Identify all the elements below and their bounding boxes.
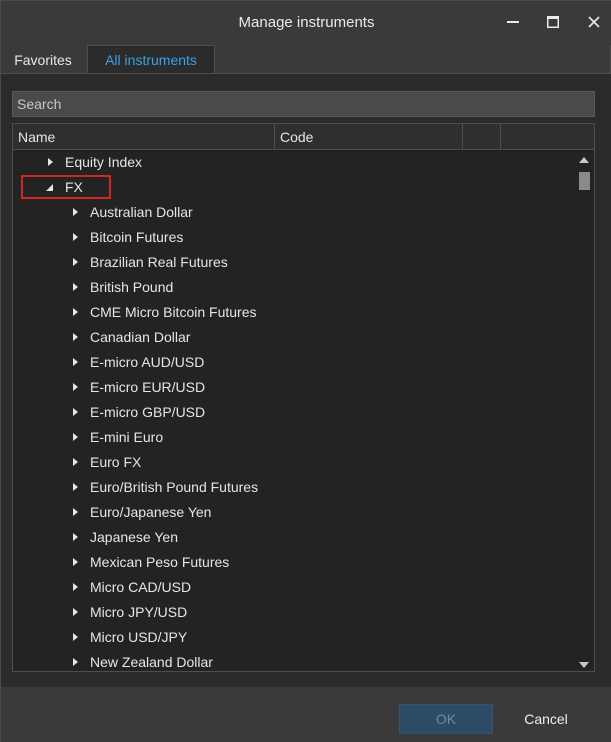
- tree-row-label: Bitcoin Futures: [90, 229, 184, 245]
- tree-row-label: FX: [65, 179, 83, 195]
- tree-row[interactable]: New Zealand Dollar: [13, 650, 575, 671]
- tree-row-label: E-mini Euro: [90, 429, 164, 445]
- tree-row[interactable]: Mexican Peso Futures: [13, 550, 575, 575]
- tab-favorites[interactable]: Favorites: [1, 45, 85, 74]
- title-bar: Manage instruments: [1, 1, 611, 45]
- scroll-thumb[interactable]: [579, 172, 590, 190]
- expand-arrow-icon[interactable]: [73, 633, 78, 641]
- collapse-arrow-icon[interactable]: [46, 184, 53, 191]
- search-input[interactable]: [12, 91, 595, 117]
- expand-arrow-icon[interactable]: [73, 358, 78, 366]
- grid-header: Name Code: [13, 124, 594, 150]
- tree-row-label: Mexican Peso Futures: [90, 554, 230, 570]
- scroll-down-icon[interactable]: [579, 662, 589, 668]
- tree-row[interactable]: Brazilian Real Futures: [13, 250, 575, 275]
- tree-row[interactable]: E-micro GBP/USD: [13, 400, 575, 425]
- expand-arrow-icon[interactable]: [73, 283, 78, 291]
- expand-arrow-icon[interactable]: [48, 158, 53, 166]
- tree-row[interactable]: Japanese Yen: [13, 525, 575, 550]
- expand-arrow-icon[interactable]: [73, 608, 78, 616]
- tree-row[interactable]: Euro/British Pound Futures: [13, 475, 575, 500]
- tree-row-label: E-micro AUD/USD: [90, 354, 205, 370]
- maximize-icon: [547, 16, 559, 28]
- tree-row-label: New Zealand Dollar: [90, 654, 213, 670]
- close-icon: [588, 16, 600, 28]
- expand-arrow-icon[interactable]: [73, 233, 78, 241]
- tree-row[interactable]: Micro USD/JPY: [13, 625, 575, 650]
- column-header-3[interactable]: [463, 124, 501, 149]
- expand-arrow-icon[interactable]: [73, 408, 78, 416]
- tree-row-label: Canadian Dollar: [90, 329, 191, 345]
- column-header-code[interactable]: Code: [275, 124, 463, 149]
- dialog-footer: OK Cancel: [1, 687, 611, 742]
- tree-row-label: CME Micro Bitcoin Futures: [90, 304, 257, 320]
- tree-row[interactable]: Euro/Japanese Yen: [13, 500, 575, 525]
- expand-arrow-icon[interactable]: [73, 383, 78, 391]
- tree-row-label: E-micro GBP/USD: [90, 404, 206, 420]
- tree-row-label: Euro/British Pound Futures: [90, 479, 259, 495]
- tree-row-label: Micro JPY/USD: [90, 604, 188, 620]
- tree-row-label: Japanese Yen: [90, 529, 178, 545]
- tree-row[interactable]: British Pound: [13, 275, 575, 300]
- tree-row[interactable]: Bitcoin Futures: [13, 225, 575, 250]
- tree-row-label: Micro USD/JPY: [90, 629, 188, 645]
- expand-arrow-icon[interactable]: [73, 458, 78, 466]
- tree-row[interactable]: Micro CAD/USD: [13, 575, 575, 600]
- expand-arrow-icon[interactable]: [73, 433, 78, 441]
- expand-arrow-icon[interactable]: [73, 483, 78, 491]
- tree-row[interactable]: Equity Index: [13, 150, 575, 175]
- tree-row-label: Euro FX: [90, 454, 142, 470]
- manage-instruments-dialog: Manage instruments Favorites All instrum…: [0, 0, 611, 742]
- tree-row-label: Micro CAD/USD: [90, 579, 192, 595]
- expand-arrow-icon[interactable]: [73, 583, 78, 591]
- tree-row[interactable]: E-micro EUR/USD: [13, 375, 575, 400]
- expand-arrow-icon[interactable]: [73, 258, 78, 266]
- tree-row[interactable]: E-micro AUD/USD: [13, 350, 575, 375]
- tree-row-label: Australian Dollar: [90, 204, 193, 220]
- scroll-up-icon[interactable]: [579, 157, 589, 163]
- tree-row[interactable]: FX: [13, 175, 575, 200]
- column-header-4[interactable]: [501, 124, 594, 149]
- tab-content: Name Code Equity Index FX Australian Dolla…: [1, 73, 611, 687]
- expand-arrow-icon[interactable]: [73, 533, 78, 541]
- close-button[interactable]: [579, 7, 609, 37]
- minimize-button[interactable]: [498, 7, 528, 37]
- tree-row[interactable]: E-mini Euro: [13, 425, 575, 450]
- expand-arrow-icon[interactable]: [73, 658, 78, 666]
- tree-row-label: Equity Index: [65, 154, 143, 170]
- tab-bar: Favorites All instruments: [1, 45, 611, 74]
- expand-arrow-icon[interactable]: [73, 333, 78, 341]
- tab-all-instruments[interactable]: All instruments: [87, 45, 215, 74]
- tree-row-label: E-micro EUR/USD: [90, 379, 206, 395]
- maximize-button[interactable]: [538, 7, 568, 37]
- tree-row-label: Brazilian Real Futures: [90, 254, 228, 270]
- tree-row[interactable]: Canadian Dollar: [13, 325, 575, 350]
- minimize-icon: [507, 21, 519, 23]
- column-header-name[interactable]: Name: [13, 124, 275, 149]
- expand-arrow-icon[interactable]: [73, 208, 78, 216]
- cancel-button[interactable]: Cancel: [499, 704, 593, 734]
- tree-row[interactable]: Australian Dollar: [13, 200, 575, 225]
- expand-arrow-icon[interactable]: [73, 508, 78, 516]
- vertical-scrollbar[interactable]: [575, 150, 594, 671]
- instrument-tree-grid: Name Code Equity Index FX Australian Dolla…: [12, 123, 595, 672]
- expand-arrow-icon[interactable]: [73, 558, 78, 566]
- tree-rows: Equity Index FX Australian Dollar Bitcoin F…: [13, 150, 575, 671]
- tree-row[interactable]: Micro JPY/USD: [13, 600, 575, 625]
- ok-button[interactable]: OK: [399, 704, 493, 734]
- tree-row-label: Euro/Japanese Yen: [90, 504, 212, 520]
- tree-row-label: British Pound: [90, 279, 174, 295]
- tree-row[interactable]: CME Micro Bitcoin Futures: [13, 300, 575, 325]
- expand-arrow-icon[interactable]: [73, 308, 78, 316]
- tree-row[interactable]: Euro FX: [13, 450, 575, 475]
